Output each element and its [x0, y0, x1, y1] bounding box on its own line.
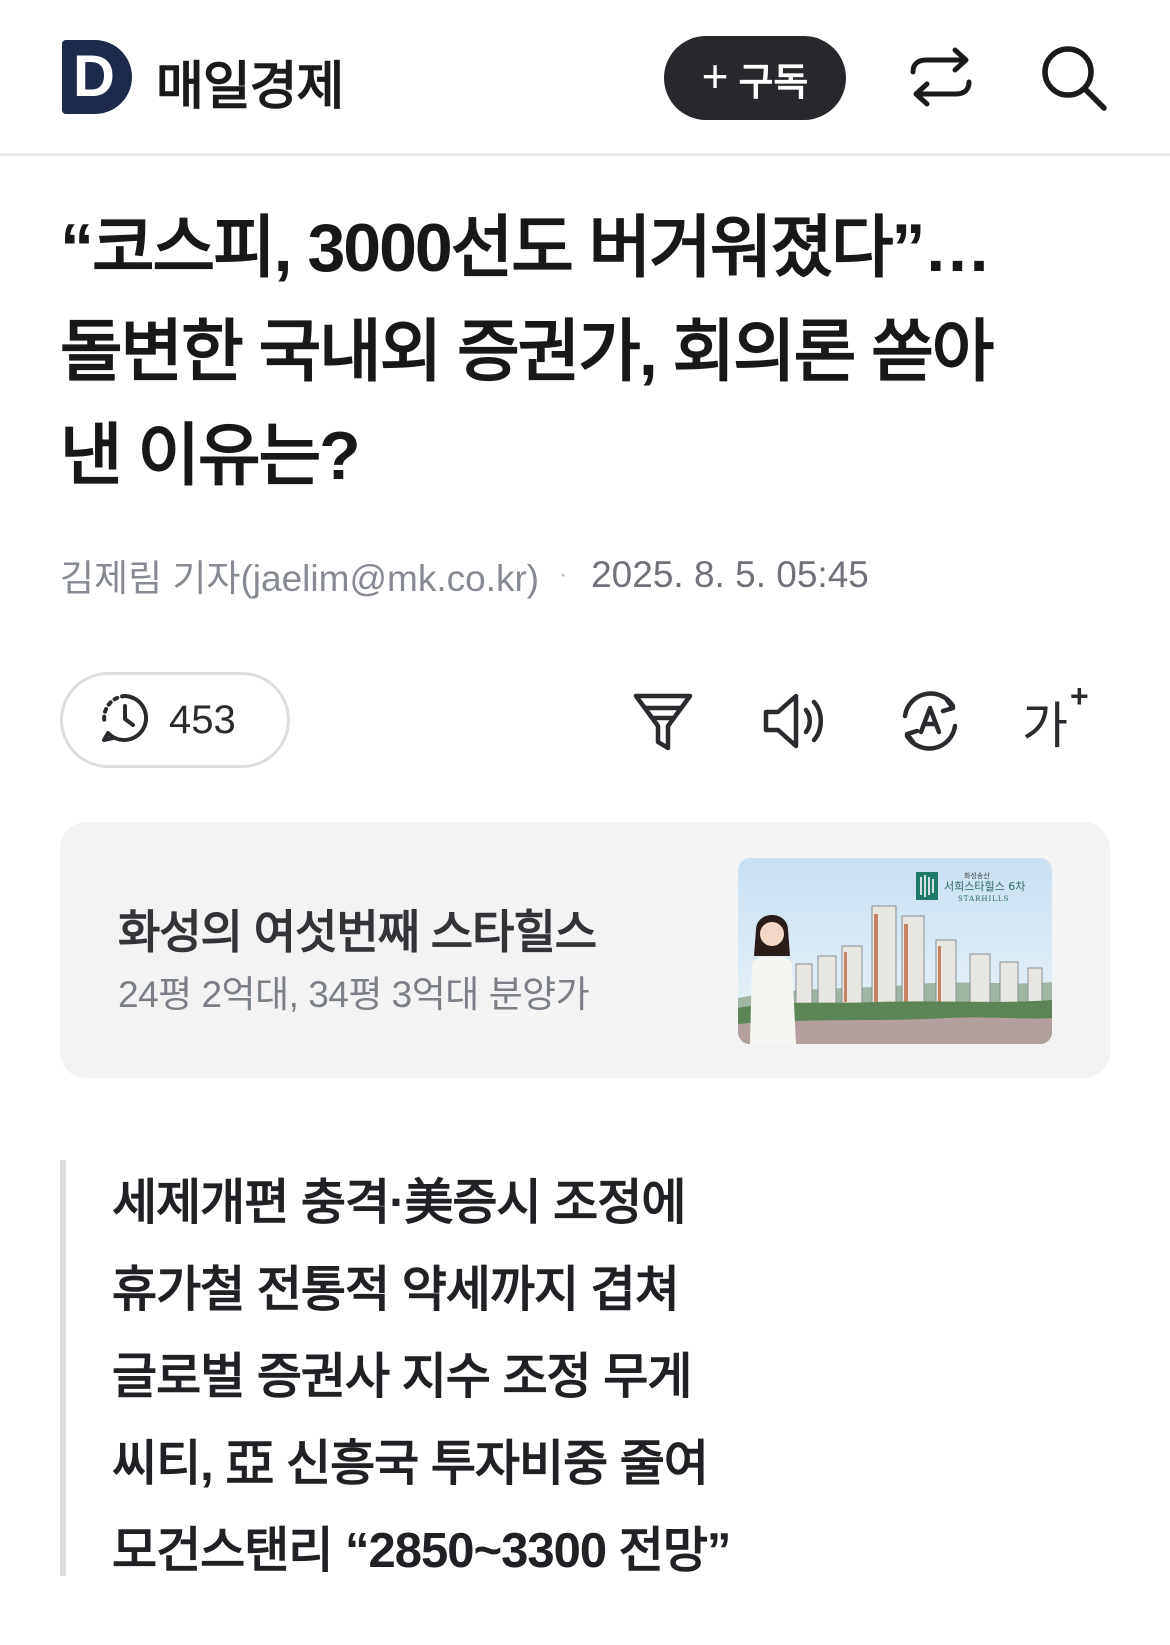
plus-icon: + [1070, 678, 1089, 714]
article-summary: 세제개편 충격·美증시 조정에 휴가철 전통적 약세까지 겹쳐 글로벌 증권사 … [60, 1160, 1060, 1578]
translate-icon[interactable] [895, 686, 965, 756]
plus-icon: + [701, 50, 729, 102]
logo-letter: D [73, 44, 115, 109]
comment-count: 453 [169, 697, 236, 742]
summary-line: 모건스탠리 “2850~3300 전망” [112, 1524, 731, 1578]
ad-image[interactable]: 화성송산 서희스타힐스 6차 STARHILLS [738, 858, 1052, 1044]
daum-logo-icon[interactable]: D [62, 40, 132, 114]
font-size-label: 가 [1022, 698, 1068, 754]
search-icon[interactable] [1038, 42, 1110, 114]
subscribe-button[interactable]: + 구독 [664, 36, 846, 120]
summary-line: 휴가철 전통적 약세까지 겹쳐 [112, 1263, 680, 1317]
font-size-icon[interactable]: 가 + [1022, 678, 1092, 756]
top-bar: D 매일경제 + 구독 [0, 0, 1170, 156]
author[interactable]: 김제림 기자(jaelim@mk.co.kr) [60, 548, 539, 602]
summary-line: 씨티, 亞 신흥국 투자비중 줄여 [112, 1437, 709, 1491]
summary-filter-icon[interactable] [628, 686, 698, 756]
ad-banner[interactable]: 화성의 여섯번째 스타힐스 24평 2억대, 34평 3억대 분양가 화성송산 … [60, 822, 1110, 1078]
publish-date: 2025. 8. 5. 05:45 [591, 554, 869, 595]
ad-image-brand-main: 서희스타힐스 6차 [944, 880, 1025, 893]
byline: 김제림 기자(jaelim@mk.co.kr) · 2025. 8. 5. 05… [60, 548, 869, 602]
ad-image-brand-top: 화성송산 [964, 871, 990, 880]
ad-subtitle: 24평 2억대, 34평 3억대 분양가 [118, 974, 590, 1015]
speaker-icon[interactable] [760, 686, 830, 756]
headline-line: 돌변한 국내외 증권가, 회의론 쏟아 [60, 314, 994, 390]
comment-button[interactable]: 453 [60, 672, 290, 768]
ad-title: 화성의 여섯번째 스타힐스 [118, 906, 597, 958]
headline-line: 낸 이유는? [60, 418, 361, 494]
comment-icon [99, 692, 151, 749]
byline-separator: · [559, 561, 568, 588]
headline-line: “코스피, 3000선도 버거워졌다”… [60, 210, 992, 286]
ad-image-brand-en: STARHILLS [958, 895, 1009, 903]
subscribe-label: 구독 [738, 61, 809, 104]
summary-line: 글로벌 증권사 지수 조정 무게 [112, 1350, 692, 1404]
share-icon[interactable] [905, 44, 977, 110]
summary-line: 세제개편 충격·美증시 조정에 [112, 1176, 686, 1230]
article-page: D 매일경제 + 구독 “코스피, 3000선도 버거워졌다”… 돌변한 국내외… [0, 0, 1170, 1645]
article-headline: “코스피, 3000선도 버거워졌다”… 돌변한 국내외 증권가, 회의론 쏟아… [60, 196, 1120, 508]
publisher-name[interactable]: 매일경제 [156, 44, 344, 119]
